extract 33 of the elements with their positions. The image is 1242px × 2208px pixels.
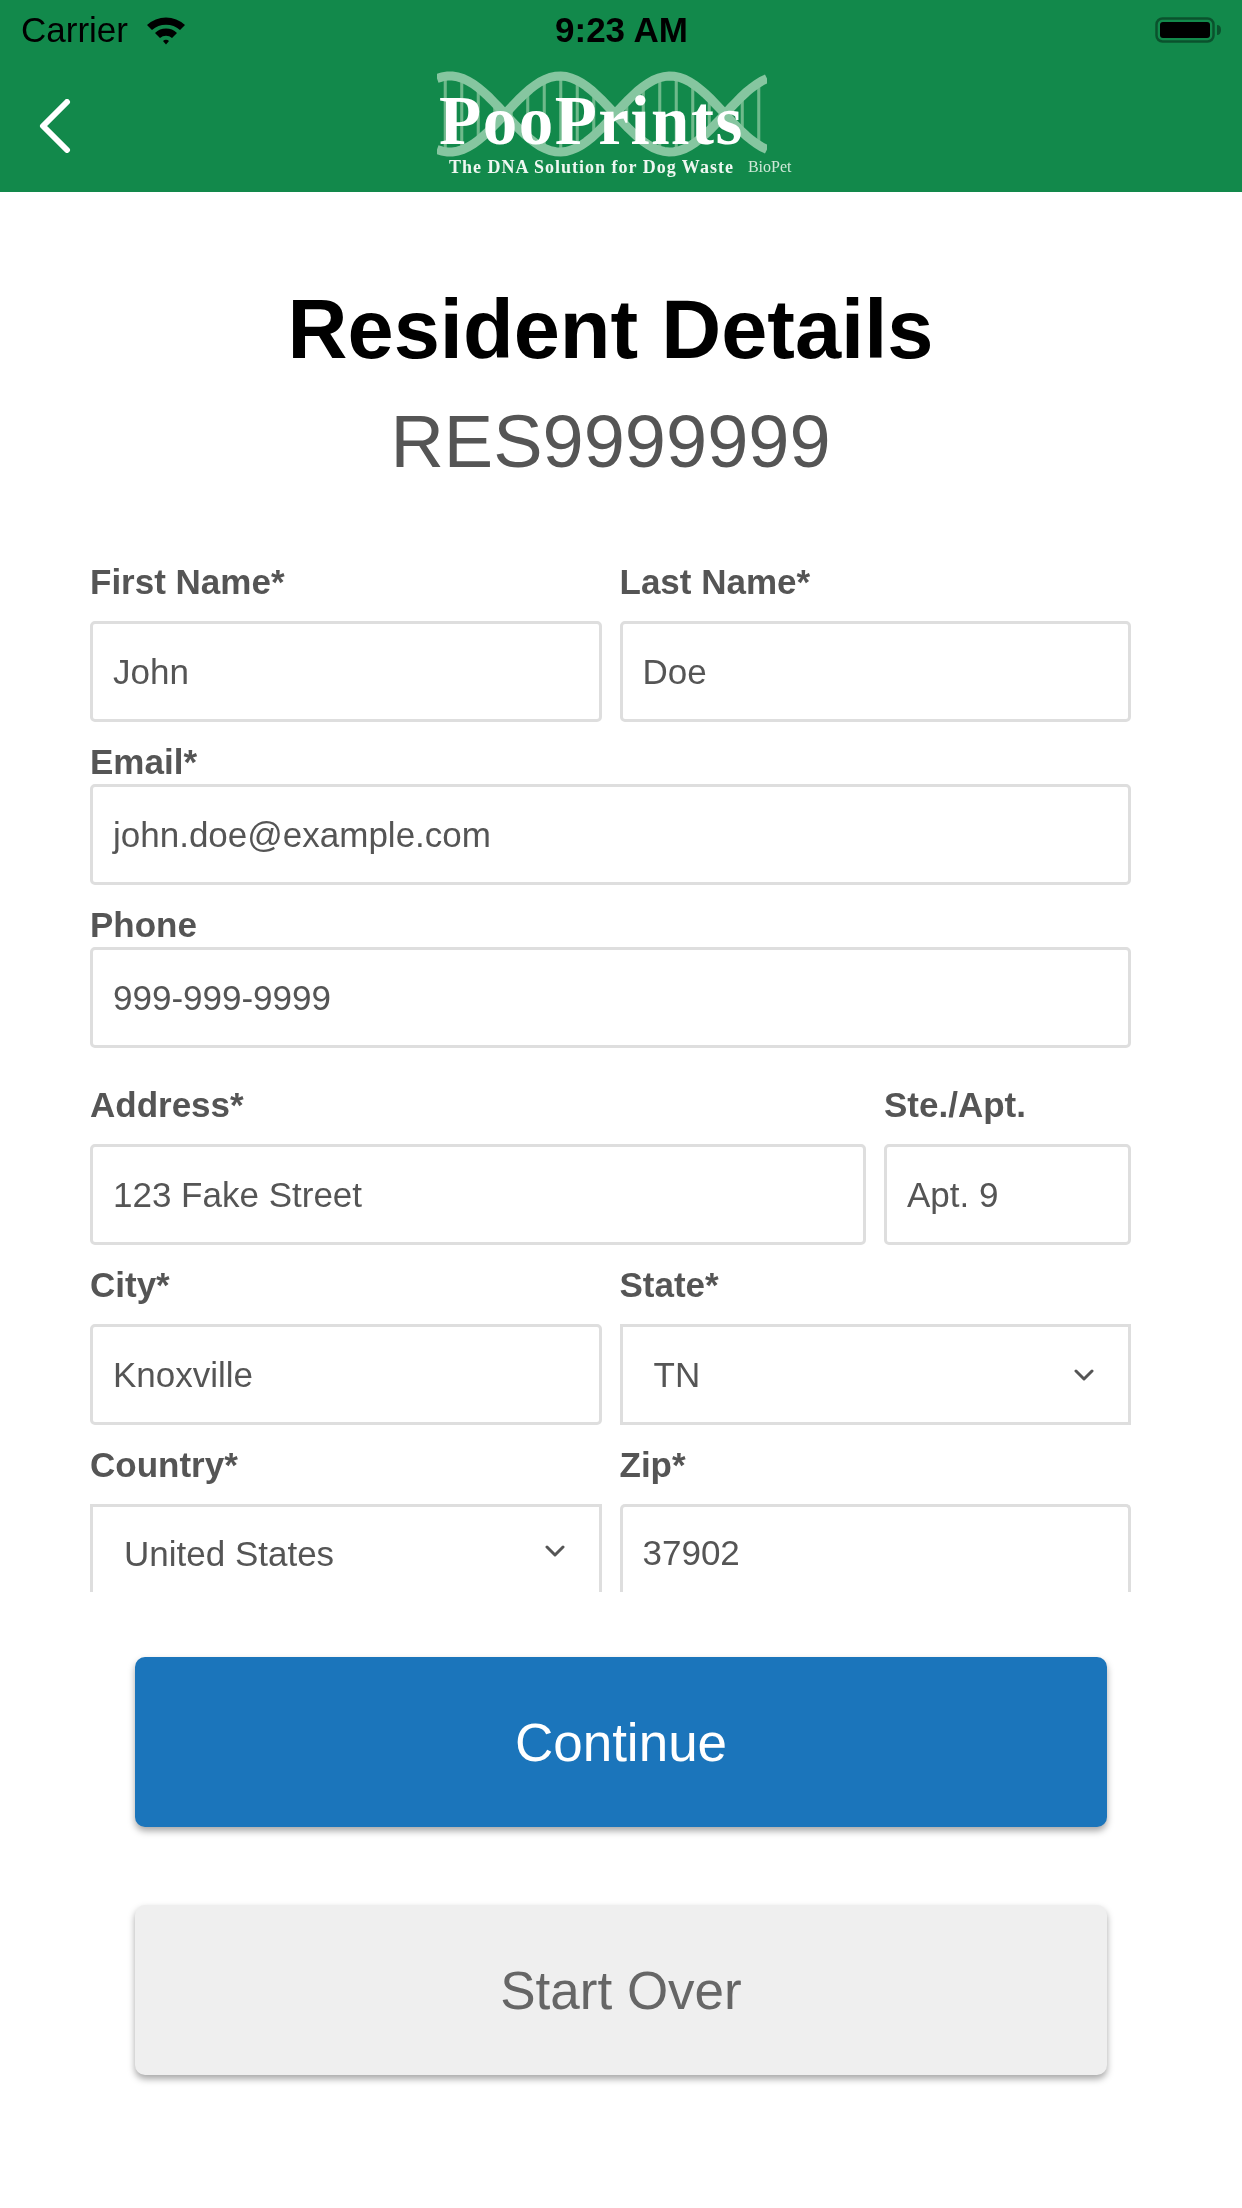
dropdown-field[interactable]: United States <box>90 1504 602 1592</box>
chevron-left-icon[interactable] <box>39 99 71 153</box>
logo-brand: BioPet <box>747 157 792 177</box>
field-label: Email* <box>90 741 197 783</box>
field-label: Last Name* <box>619 561 811 603</box>
field-label: State* <box>619 1264 719 1306</box>
dropdown-field[interactable]: TN <box>619 1324 1131 1425</box>
start-over-button[interactable]: Start Over <box>135 1905 1107 2075</box>
resident-id: RES9999999 <box>390 399 831 484</box>
logo-wordmark: PooPrints <box>439 85 744 157</box>
battery-icon <box>1155 17 1222 43</box>
text-field[interactable]: Doe <box>619 621 1131 722</box>
text-field[interactable]: john.doe@example.com <box>90 784 1131 885</box>
field-label: Address* <box>90 1084 244 1126</box>
field-label: Country* <box>90 1444 238 1486</box>
chevron-down-icon <box>1074 1368 1094 1381</box>
field-label: First Name* <box>90 561 285 603</box>
text-field[interactable]: 999-999-9999 <box>90 947 1131 1048</box>
continue-button[interactable]: Continue <box>135 1657 1107 1827</box>
field-label: Zip* <box>619 1444 686 1486</box>
text-field[interactable]: Knoxville <box>90 1324 602 1425</box>
text-field[interactable]: 37902 <box>619 1504 1131 1592</box>
logo-tagline: The DNA Solution for Dog Waste <box>449 157 734 177</box>
chevron-down-icon <box>544 1545 565 1557</box>
text-field[interactable]: Apt. 9 <box>884 1144 1131 1245</box>
page-title: Resident Details <box>287 283 934 377</box>
field-label: Ste./Apt. <box>884 1084 1026 1126</box>
field-label: Phone <box>90 904 197 946</box>
text-field[interactable]: John <box>90 621 602 722</box>
carrier-label: Carrier <box>21 9 128 51</box>
clock-time: 9:23 AM <box>555 9 688 51</box>
text-field[interactable]: 123 Fake Street <box>90 1144 866 1245</box>
field-label: City* <box>90 1264 170 1306</box>
